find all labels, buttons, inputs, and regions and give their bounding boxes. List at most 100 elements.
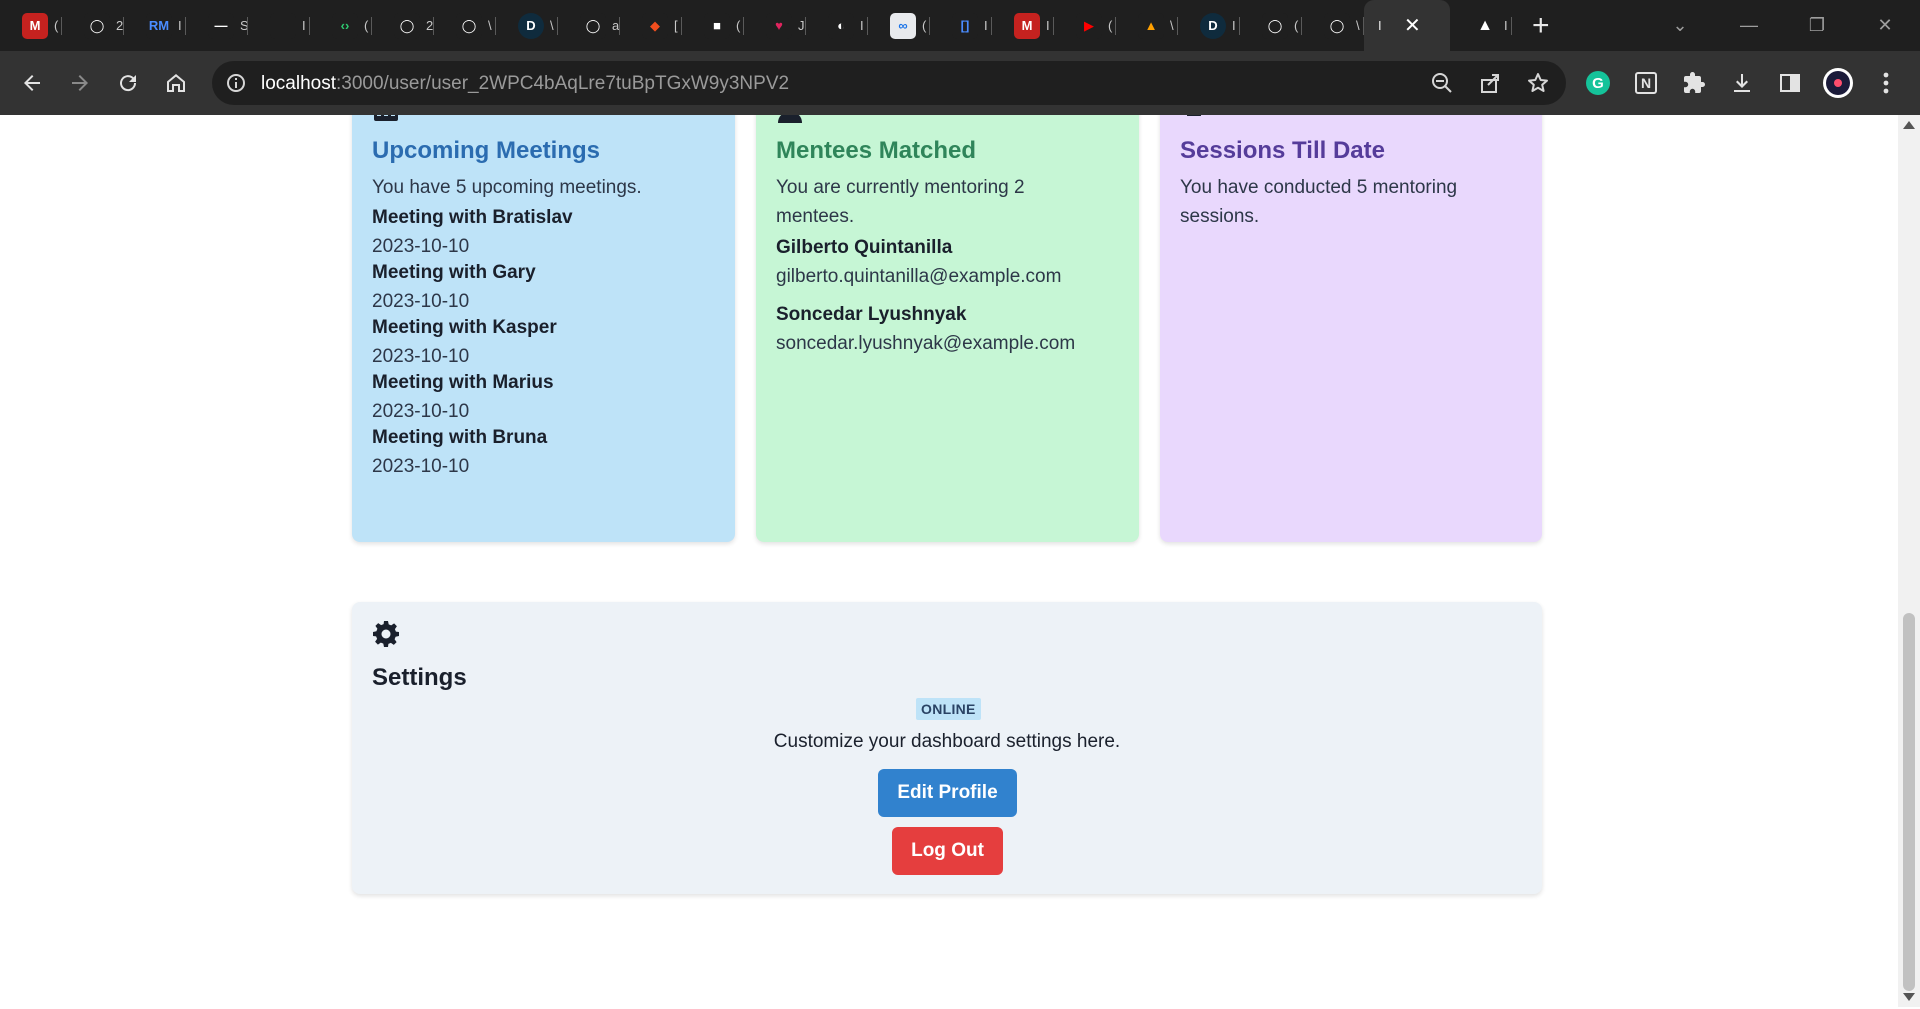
- browser-tab[interactable]: ◯ 2: [372, 0, 434, 51]
- close-tab-icon[interactable]: ✕: [1404, 13, 1421, 38]
- browser-tab[interactable]: RM I: [124, 0, 186, 51]
- download-icon[interactable]: [1724, 65, 1760, 101]
- tab-search-dropdown-icon[interactable]: ⌄: [1645, 0, 1715, 51]
- mentee-name: Soncedar Lyushnyak: [776, 304, 967, 325]
- home-button[interactable]: [156, 63, 196, 103]
- white-square-icon: ■: [704, 12, 730, 39]
- new-tab-button[interactable]: +: [1532, 9, 1550, 43]
- address-bar[interactable]: localhost:3000/user/user_2WPC4bAqLre7tuB…: [212, 61, 1566, 105]
- browser-tab[interactable]: ▶(: [1054, 0, 1116, 51]
- gmail-100-icon: M: [1014, 12, 1040, 39]
- active-tab[interactable]: I ✕: [1364, 0, 1450, 51]
- upcoming-meetings-title: Upcoming Meetings: [372, 137, 601, 164]
- mentee-name: Gilberto Quintanilla: [776, 237, 953, 258]
- settings-panel: Settings ONLINE Customize your dashboard…: [352, 602, 1542, 894]
- log-out-button[interactable]: Log Out: [892, 827, 1003, 875]
- bookmark-star-icon[interactable]: [1524, 69, 1552, 97]
- mentees-matched-description: You are currently mentoring 2 mentees.: [776, 177, 1025, 227]
- upcoming-meetings-card: Upcoming Meetings You have 5 upcoming me…: [352, 115, 735, 542]
- browser-tab[interactable]: M(: [0, 0, 62, 51]
- profile-avatar-icon[interactable]: [1820, 65, 1856, 101]
- triangle-icon: ▲: [1477, 16, 1493, 34]
- settings-description: Customize your dashboard settings here.: [773, 731, 1121, 752]
- dev-d-icon: D: [518, 12, 544, 39]
- browser-tab[interactable]: ♥ J: [744, 0, 806, 51]
- minimize-button[interactable]: —: [1714, 0, 1784, 51]
- github-icon: ◯: [84, 12, 110, 39]
- heart-icon: ♥: [766, 12, 792, 39]
- scrollbar-thumb[interactable]: [1903, 613, 1915, 991]
- reload-button[interactable]: [108, 63, 148, 103]
- browser-tab[interactable]: ◐ I: [806, 0, 868, 51]
- browser-tab[interactable]: I: [248, 0, 310, 51]
- browser-tab[interactable]: ◯ a: [558, 0, 620, 51]
- notion-icon[interactable]: N: [1628, 65, 1664, 101]
- meeting-name: Meeting with Bruna: [372, 427, 548, 448]
- edit-profile-button[interactable]: Edit Profile: [878, 769, 1017, 817]
- zoom-icon[interactable]: [1428, 69, 1456, 97]
- meeting-date: 2023-10-10: [372, 456, 470, 477]
- browser-tab[interactable]: ∞(: [868, 0, 930, 51]
- editor-icon: []: [952, 12, 978, 39]
- browser-tab[interactable]: ◯(: [1240, 0, 1302, 51]
- calendar-icon: [374, 115, 398, 121]
- grammarly-icon[interactable]: G: [1580, 65, 1616, 101]
- browser-tab[interactable]: DI: [1178, 0, 1240, 51]
- sessions-till-date-card: Sessions Till Date You have conducted 5 …: [1160, 115, 1542, 542]
- mentee-email: soncedar.lyushnyak@example.com: [776, 333, 1076, 354]
- active-tab-label: I: [1378, 18, 1382, 33]
- sessions-till-date-description: You have conducted 5 mentoring sessions.: [1180, 177, 1458, 227]
- browser-tab[interactable]: ◯ \: [434, 0, 496, 51]
- github-icon: ◯: [580, 12, 606, 39]
- browser-tab[interactable]: D \: [496, 0, 558, 51]
- figma-icon: ◆: [642, 12, 668, 39]
- url-path: :3000/user/user_2WPC4bAqLre7tuBpTGxW9y3N…: [336, 73, 790, 94]
- page-scrollbar[interactable]: [1898, 115, 1920, 1007]
- browser-tab[interactable]: ■(: [682, 0, 744, 51]
- firebase-icon: ▲: [1138, 12, 1164, 39]
- arrow-left-icon: [24, 75, 40, 91]
- browser-tab[interactable]: MI: [992, 0, 1054, 51]
- browser-tab[interactable]: ◯ \: [1302, 0, 1364, 51]
- reload-icon: [120, 75, 137, 92]
- browser-tab[interactable]: — S: [186, 0, 248, 51]
- close-window-button[interactable]: ✕: [1850, 0, 1920, 51]
- mentee-list-item: Gilberto Quintanilla gilberto.quintanilla…: [776, 233, 1061, 291]
- sidebar-icon[interactable]: [1772, 65, 1808, 101]
- puzzle-icon[interactable]: [1676, 65, 1712, 101]
- github-icon: ◯: [456, 12, 482, 39]
- restore-button[interactable]: ❐: [1782, 0, 1852, 51]
- blank-icon: [270, 12, 296, 39]
- mentees-matched-title: Mentees Matched: [776, 137, 977, 164]
- dash-icon: —: [208, 12, 234, 39]
- scroll-up-arrow-icon[interactable]: [1903, 121, 1915, 129]
- meeting-date: 2023-10-10: [372, 236, 470, 257]
- meeting-name: Meeting with Marius: [372, 372, 554, 393]
- meeting-name: Meeting with Bratislav: [372, 207, 573, 228]
- kebab-menu-icon[interactable]: [1868, 65, 1904, 101]
- share-icon[interactable]: [1476, 69, 1504, 97]
- browser-tab[interactable]: ◆[: [620, 0, 682, 51]
- scroll-down-arrow-icon[interactable]: [1903, 993, 1915, 1001]
- tab-after-active[interactable]: ▲ I: [1450, 0, 1512, 51]
- meeting-name: Meeting with Kasper: [372, 317, 557, 338]
- link-icon: ∞: [890, 12, 916, 39]
- user-icon: [778, 115, 802, 123]
- url-text[interactable]: localhost:3000/user/user_2WPC4bAqLre7tuB…: [261, 73, 789, 95]
- meeting-list-item: Meeting with Bruna 2023-10-10: [372, 423, 547, 481]
- browser-tab[interactable]: ◯ 2: [62, 0, 124, 51]
- meeting-list-item: Meeting with Marius 2023-10-10: [372, 368, 554, 426]
- home-icon: [167, 74, 185, 92]
- browser-tab[interactable]: [] I: [930, 0, 992, 51]
- back-button[interactable]: [12, 63, 52, 103]
- meeting-list-item: Meeting with Kasper 2023-10-10: [372, 313, 557, 371]
- browser-tab[interactable]: ‹›(: [310, 0, 372, 51]
- upcoming-meetings-description: You have 5 upcoming meetings.: [372, 177, 642, 198]
- forward-button[interactable]: [60, 63, 100, 103]
- code-brackets-icon: ‹›: [332, 12, 358, 39]
- browser-toolbar: localhost:3000/user/user_2WPC4bAqLre7tuB…: [0, 51, 1920, 115]
- page-viewport: Upcoming Meetings You have 5 upcoming me…: [0, 115, 1898, 1007]
- dev-d-icon: D: [1200, 12, 1226, 39]
- browser-tab[interactable]: ▲ \: [1116, 0, 1178, 51]
- site-info-icon[interactable]: [224, 71, 248, 95]
